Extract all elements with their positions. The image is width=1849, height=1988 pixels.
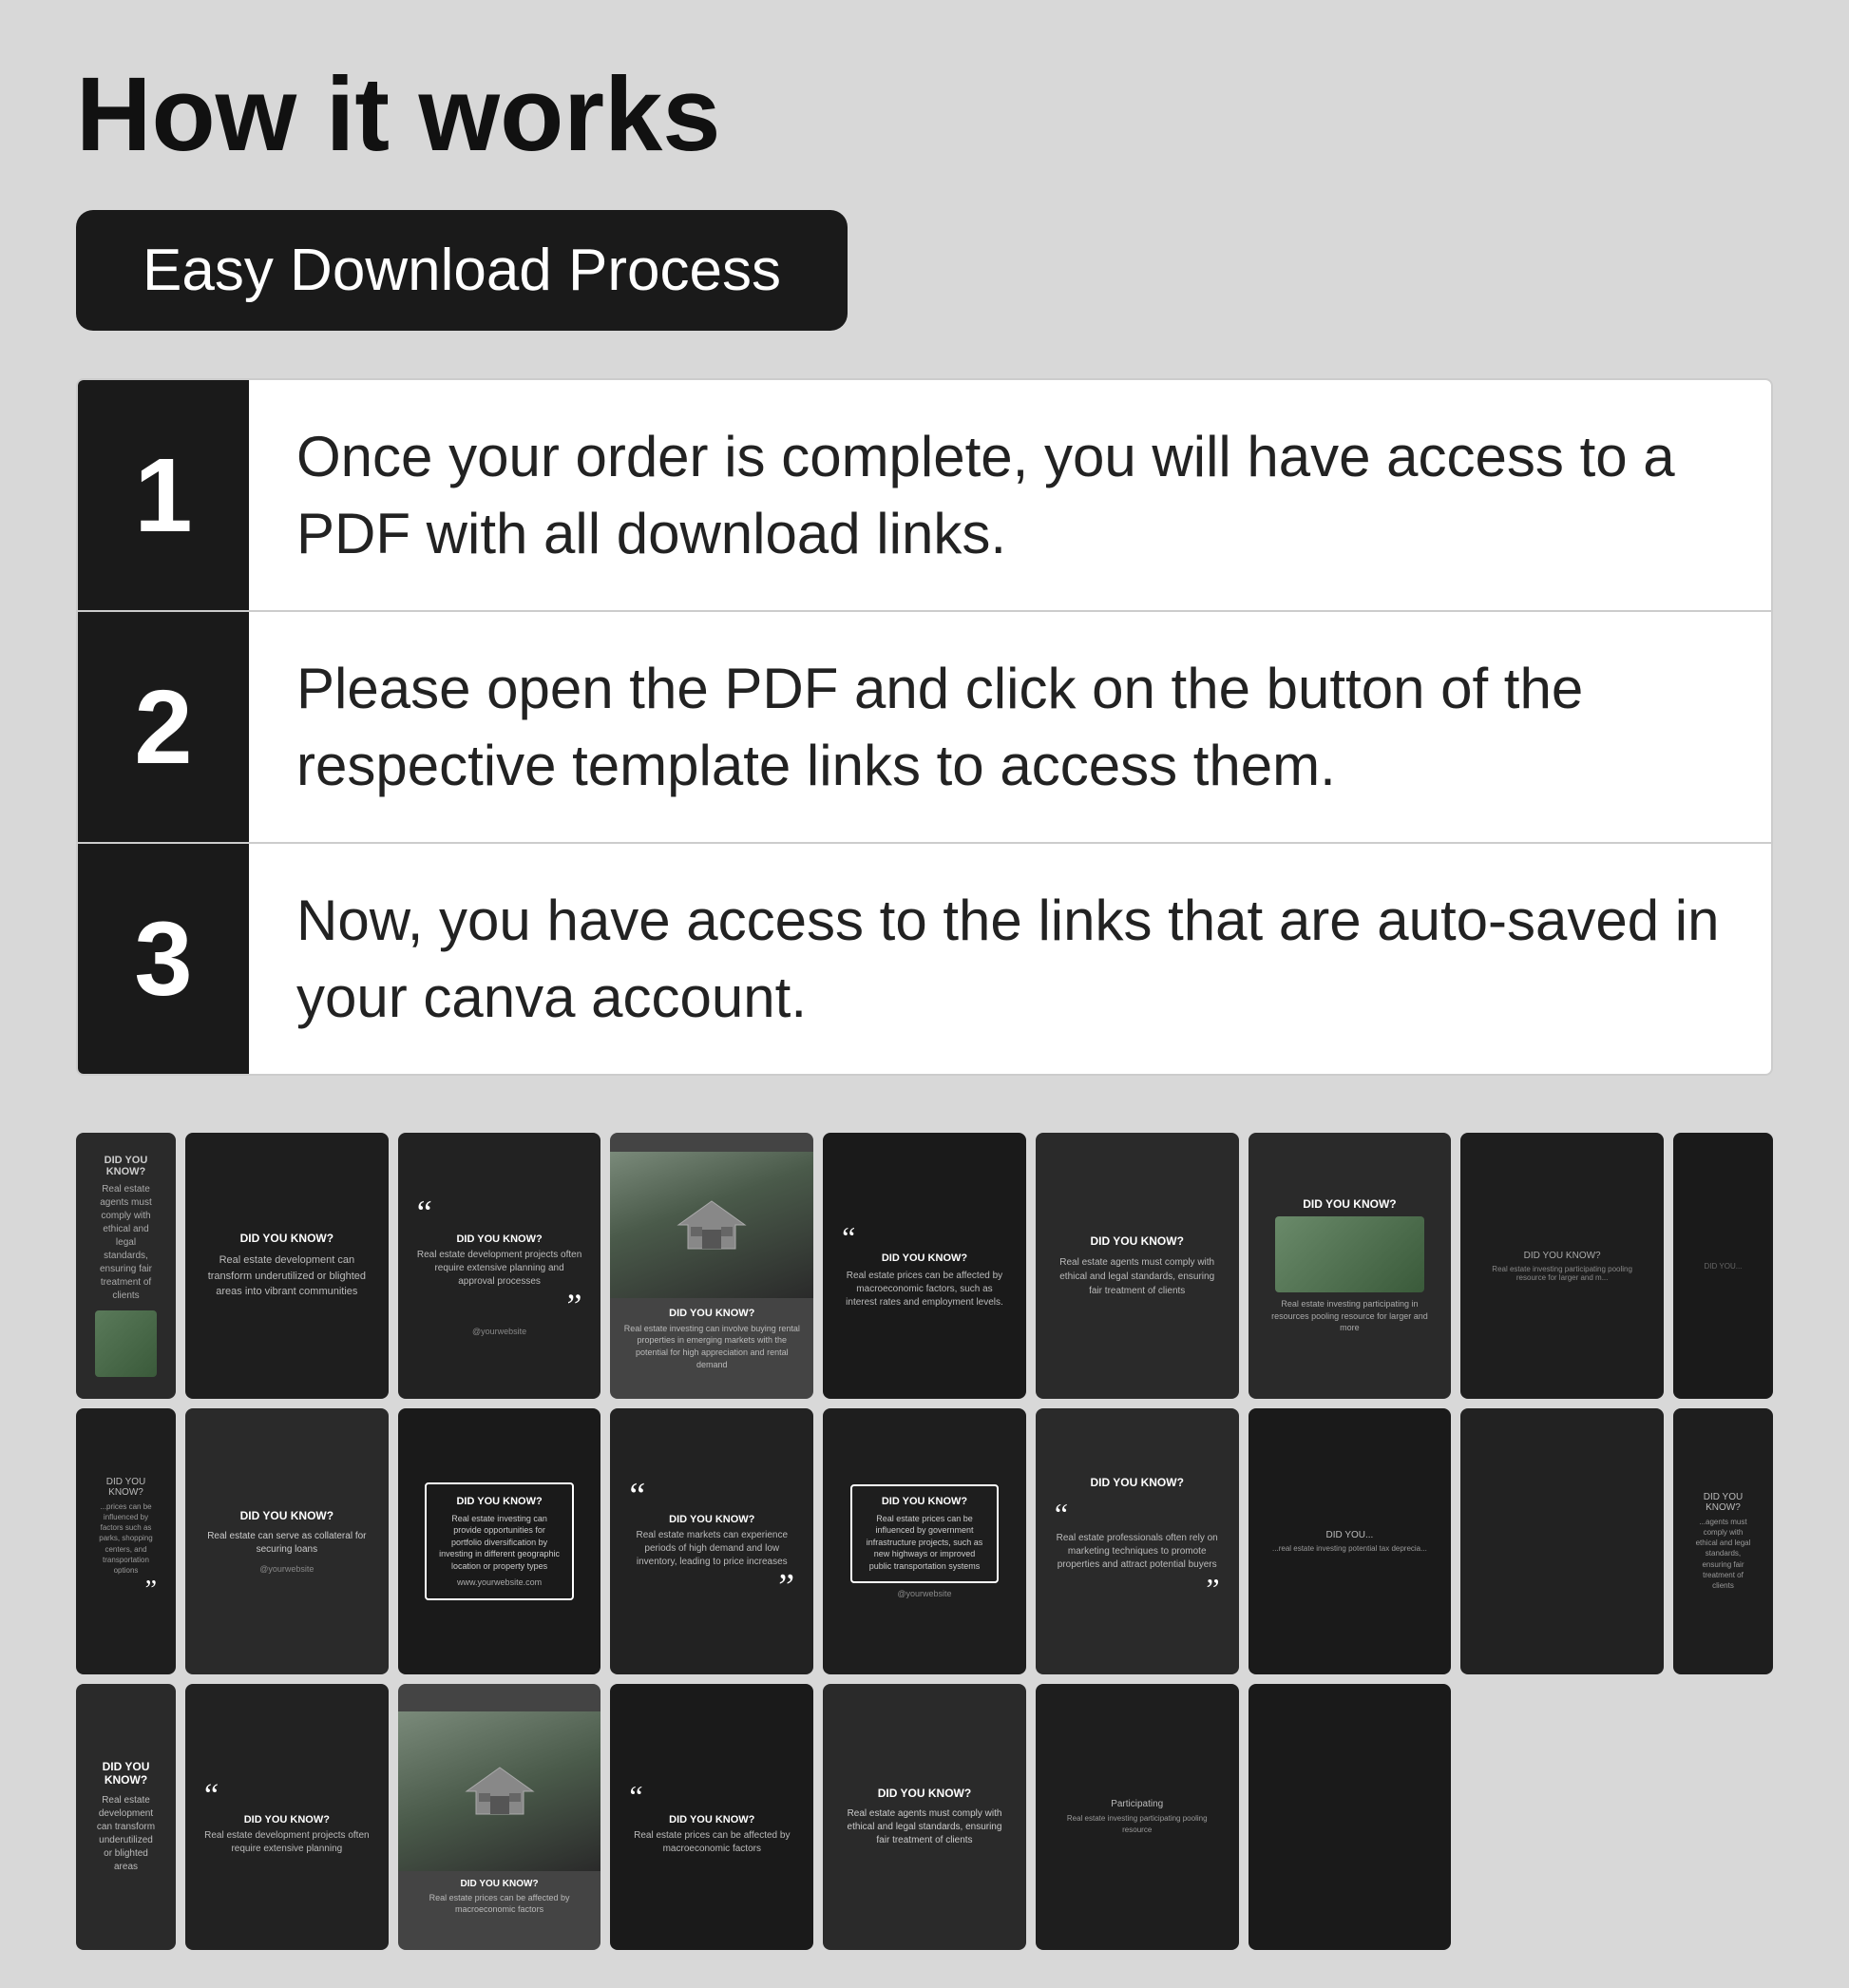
gallery-card-row2-6: DID YOU KNOW? “ Real estate professional… [1036,1408,1239,1674]
house-icon [674,1196,750,1253]
step-text-2: Please open the PDF and click on the but… [249,612,1771,842]
gallery-card-row3-3: “ DID YOU KNOW? Real estate development … [185,1684,389,1950]
step-row-1: 1 Once your order is complete, you will … [78,380,1771,612]
step-row-2: 2 Please open the PDF and click on the b… [78,612,1771,844]
gallery-card-row3-6: DID YOU KNOW? Real estate agents must co… [823,1684,1026,1950]
gallery-section: DID YOU KNOW? Real estate agents must co… [76,1133,1773,1950]
gallery-card-6: DID YOU KNOW? Real estate agents must co… [1036,1133,1239,1399]
gallery-card-partial-right-1: DID YOU... [1673,1133,1773,1399]
step-row-3: 3 Now, you have access to the links that… [78,844,1771,1074]
gallery-card-3: “ DID YOU KNOW? Real estate development … [398,1133,601,1399]
gallery-card-row2-7: DID YOU... ...real estate investing pote… [1249,1408,1452,1674]
gallery-card-7b: DID YOU KNOW? Real estate investing part… [1460,1133,1664,1399]
gallery-card-row3-1: DID YOU KNOW? ...agents must comply with… [1673,1408,1773,1674]
gallery-card-7: DID YOU KNOW? Real estate investing part… [1249,1133,1452,1399]
house-icon-2 [462,1765,538,1817]
gallery-card-row3-7: Participating Real estate investing part… [1036,1684,1239,1950]
gallery-card-5: “ DID YOU KNOW? Real estate prices can b… [823,1133,1026,1399]
gallery-spacer-row2 [1460,1408,1664,1674]
gallery-card-row2-3: DID YOU KNOW? Real estate investing can … [398,1408,601,1674]
page-title: How it works [76,57,1773,172]
gallery-grid: DID YOU KNOW? Real estate agents must co… [76,1133,1773,1950]
step-number-3: 3 [78,844,249,1074]
gallery-card-row2-4: “ DID YOU KNOW? Real estate markets can … [610,1408,813,1674]
step-text-3: Now, you have access to the links that a… [249,844,1771,1074]
gallery-card-row3-4: DID YOU KNOW? Real estate prices can be … [398,1684,601,1950]
gallery-card-4: DID YOU KNOW? Real estate investing can … [610,1133,813,1399]
gallery-card-1: DID YOU KNOW? Real estate agents must co… [76,1133,176,1399]
gallery-card-row2-1: DID YOU KNOW? ...prices can be influence… [76,1408,176,1674]
main-container: How it works Easy Download Process 1 Onc… [0,0,1849,1988]
step-number-2: 2 [78,612,249,842]
gallery-card-row3-5: “ DID YOU KNOW? Real estate prices can b… [610,1684,813,1950]
step-number-1: 1 [78,380,249,610]
gallery-card-row3-2: DID YOU KNOW? Real estate development ca… [76,1684,176,1950]
steps-container: 1 Once your order is complete, you will … [76,378,1773,1076]
gallery-card-2: DID YOU KNOW? Real estate development ca… [185,1133,389,1399]
gallery-card-row2-5: DID YOU KNOW? Real estate prices can be … [823,1408,1026,1674]
step-text-1: Once your order is complete, you will ha… [249,380,1771,610]
gallery-card-row2-2: DID YOU KNOW? Real estate can serve as c… [185,1408,389,1674]
gallery-spacer-row3 [1249,1684,1452,1950]
tab-easy-download[interactable]: Easy Download Process [76,210,848,331]
